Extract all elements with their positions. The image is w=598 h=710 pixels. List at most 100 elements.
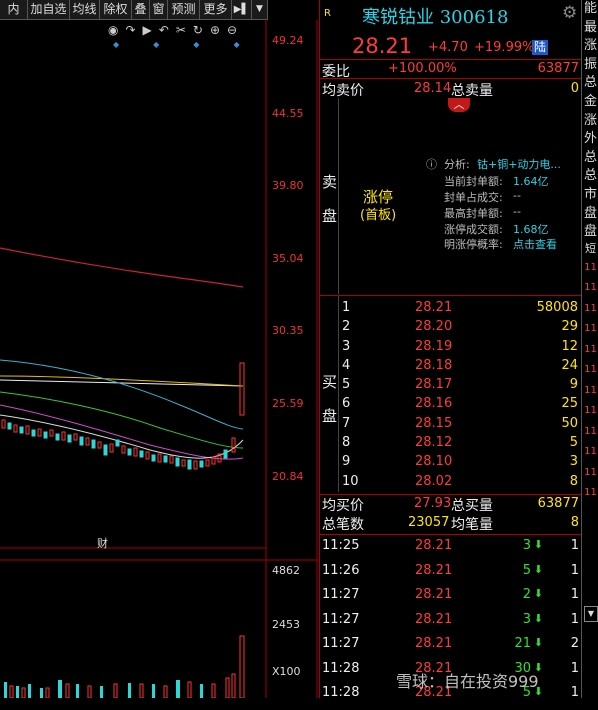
scroll-down-icon[interactable]: ▼: [584, 606, 598, 622]
seal-order-value: 1.64亿: [513, 175, 549, 188]
bid-row[interactable]: 7 28.15 50: [340, 416, 580, 435]
tick-count: 2: [570, 636, 579, 651]
bid-row[interactable]: 9 28.10 3: [340, 454, 580, 473]
bid-row[interactable]: 6 28.16 25: [340, 396, 580, 415]
bid-volume: 12: [561, 338, 578, 354]
sell-side-label: 卖: [322, 173, 338, 191]
toolbar-expand[interactable]: ▶▌: [232, 0, 252, 19]
strip-tick: 11: [584, 323, 597, 335]
weicha-value: 63877: [537, 61, 579, 76]
strip-label: 盘: [583, 224, 597, 240]
cut-icon[interactable]: ✂: [176, 23, 193, 37]
bid-row[interactable]: 8 28.12 5: [340, 435, 580, 454]
buy-side-column: [320, 296, 339, 492]
bid-level: 7: [342, 415, 351, 431]
tick-row[interactable]: 11:27 28.21 3 ⬇ 1: [320, 612, 581, 637]
bid-row[interactable]: 1 28.21 58008: [340, 300, 580, 319]
strip-label: 涨: [583, 38, 597, 54]
tomorrow-prob-label: 明涨停概率:: [444, 238, 503, 251]
tick-price: 28.21: [415, 538, 453, 553]
avg-trade-label: 均笔量: [451, 517, 493, 533]
weibi-value: +100.00%: [388, 61, 457, 76]
strip-label: 总: [583, 149, 597, 165]
toolbar-window[interactable]: 窗: [150, 0, 168, 19]
tick-volume: 2: [522, 587, 531, 602]
avg-buy-value: 27.93: [414, 496, 452, 511]
tick-row[interactable]: 11:27 28.21 21 ⬇ 2: [320, 636, 581, 661]
bid-volume: 29: [561, 319, 578, 335]
eye-icon[interactable]: ◉: [108, 23, 125, 37]
down-arrow-icon: ⬇: [533, 538, 543, 551]
toolbar-dropdown[interactable]: ▼: [252, 0, 268, 19]
avg-sell-value: 28.14: [414, 81, 452, 96]
chart-icon-row: ◉↷▶↶✂↻⊕⊖: [108, 23, 244, 37]
zoom-out-icon[interactable]: ⊖: [227, 23, 244, 37]
max-seal-label: 最高封单额:: [444, 207, 503, 220]
strip-label: 总: [583, 168, 597, 184]
collapse-chevron-icon[interactable]: ︿: [448, 98, 470, 112]
bid-price: 28.21: [415, 300, 453, 315]
tick-price: 28.21: [415, 611, 453, 627]
strip-tick: 11: [584, 302, 597, 314]
sell-side-column: [320, 98, 339, 294]
toolbar-nei[interactable]: 内: [0, 0, 28, 19]
zoom-in-icon[interactable]: ⊕: [210, 23, 227, 37]
down-arrow-icon: ⬇: [533, 636, 543, 649]
bid-row[interactable]: 10 28.02 8: [340, 474, 580, 493]
bid-row[interactable]: 3 28.19 12: [340, 339, 580, 358]
stock-name: 寒锐钴业 300618: [362, 7, 509, 28]
financial-report-marker[interactable]: 财: [97, 535, 108, 551]
toolbar-add-favorite[interactable]: 加自选: [28, 0, 70, 19]
strip-tick: 11: [584, 343, 597, 355]
total-buy-value: 63877: [537, 496, 579, 511]
bid-volume: 24: [561, 357, 578, 373]
tick-row[interactable]: 11:27 28.21 2 ⬇ 1: [320, 587, 581, 612]
tick-price: 28.21: [415, 636, 453, 651]
limit-turnover-value: 1.68亿: [513, 223, 549, 236]
toolbar-exright[interactable]: 除权: [100, 0, 132, 19]
info-icon[interactable]: ⓘ: [426, 156, 437, 172]
gear-icon[interactable]: ⚙: [562, 3, 577, 23]
undo-icon[interactable]: ↶: [159, 23, 176, 37]
bid-price: 28.20: [415, 319, 453, 335]
bid-price: 28.18: [415, 357, 453, 373]
bid-price: 28.19: [415, 338, 453, 354]
bid-row[interactable]: 5 28.17 9: [340, 377, 580, 396]
hk-connect-badge: 陆: [532, 40, 549, 55]
play-icon[interactable]: ▶: [143, 23, 159, 37]
seal-order-label: 当前封单额:: [444, 175, 503, 188]
redo-icon[interactable]: ↷: [125, 23, 142, 37]
strip-label: 盘: [583, 205, 597, 221]
tick-price: 28.21: [415, 587, 453, 602]
strip-label: 总: [583, 75, 597, 91]
tick-row[interactable]: 11:26 28.21 5 ⬇ 1: [320, 563, 581, 588]
total-buy-label: 总买量: [451, 498, 493, 514]
strip-label: 涨: [583, 112, 597, 128]
first-board-label: (首板): [360, 208, 397, 223]
strip-label: 市: [583, 186, 597, 202]
avg-buy-label: 均买价: [322, 498, 364, 514]
volume-unit: X100: [272, 665, 301, 678]
price-tick: 49.24: [272, 34, 304, 47]
tick-volume: 21: [514, 636, 531, 651]
bid-level: 5: [342, 377, 351, 393]
toolbar-overlay[interactable]: 叠: [132, 0, 150, 19]
max-seal-value: --: [513, 205, 521, 218]
bid-row[interactable]: 2 28.20 29: [340, 319, 580, 338]
total-sell-label: 总卖量: [451, 83, 493, 99]
analysis-value[interactable]: 钴+铜+动力电...: [477, 156, 561, 172]
kline-chart[interactable]: ◉↷▶↶✂↻⊕⊖ ◆◆◆◆ 49.24 44.55 39.80 35.04 30…: [0, 20, 318, 698]
tomorrow-prob-link[interactable]: 点击查看: [513, 236, 557, 252]
bid-row[interactable]: 4 28.18 24: [340, 358, 580, 377]
bid-volume: 25: [561, 396, 578, 412]
tick-row[interactable]: 11:25 28.21 3 ⬇ 1: [320, 538, 581, 563]
r-badge: R: [324, 8, 331, 19]
toolbar-more[interactable]: 更多: [200, 0, 232, 19]
seal-ratio-value: --: [513, 189, 521, 202]
bid-volume: 5: [569, 435, 578, 451]
toolbar-forecast[interactable]: 预测: [168, 0, 200, 19]
bid-level: 6: [342, 396, 351, 412]
refresh-icon[interactable]: ↻: [193, 23, 210, 37]
toolbar-ma[interactable]: 均线: [70, 0, 100, 19]
strip-tick: 11: [584, 466, 597, 478]
